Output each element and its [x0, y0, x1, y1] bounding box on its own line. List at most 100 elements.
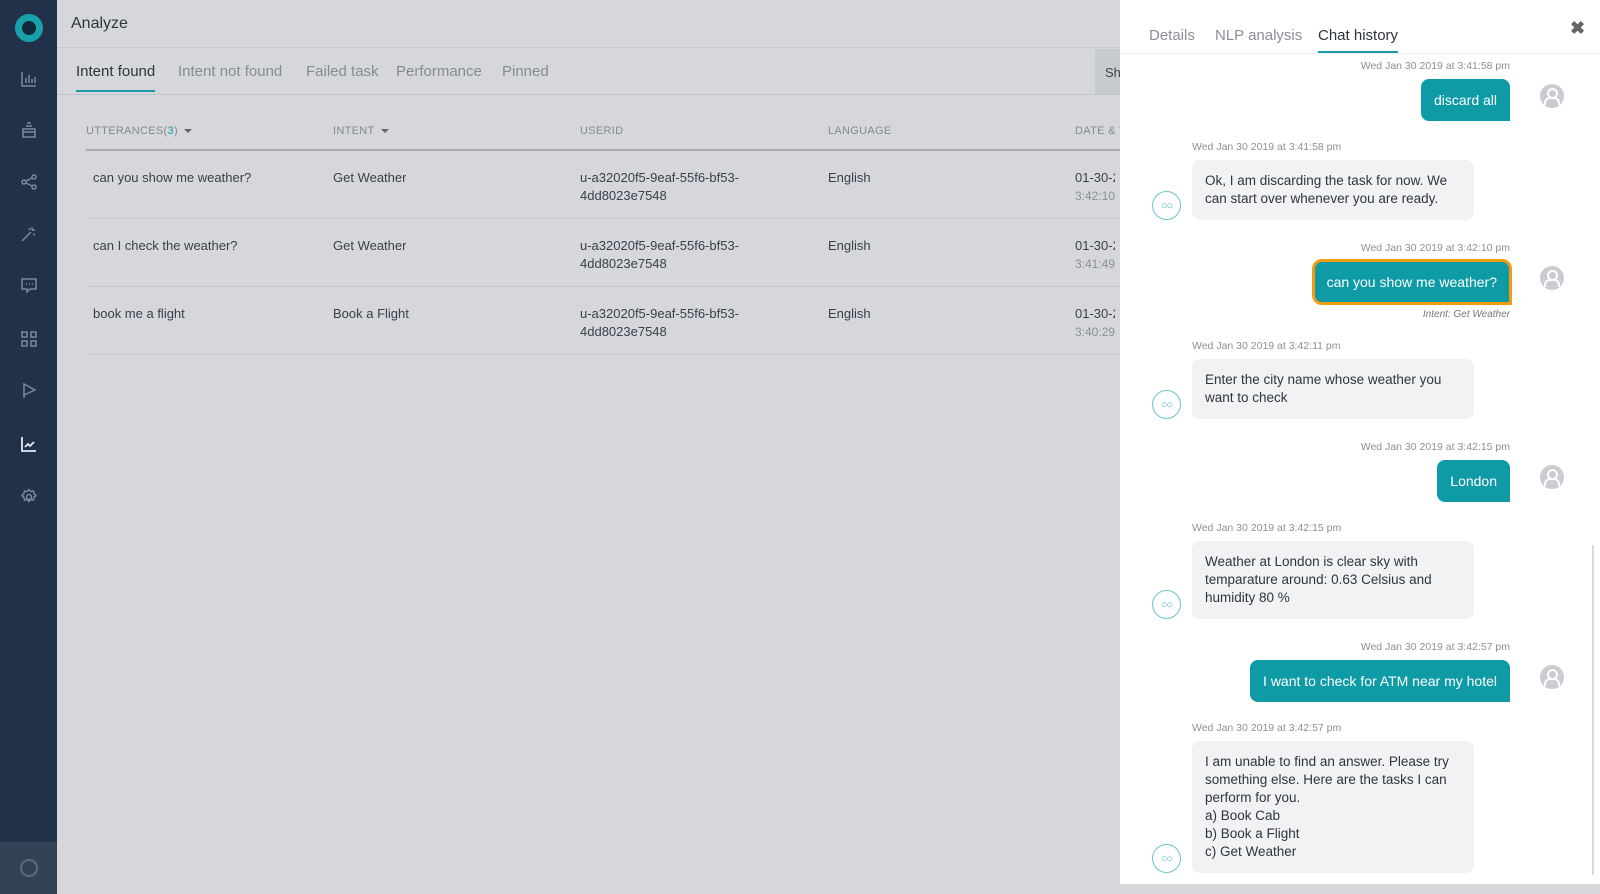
date: 01-30-2 [1075, 306, 1115, 321]
userid-cell: u-a32020f5-9eaf-55f6-bf53- 4dd8023e7548 [580, 169, 739, 205]
userid-line: u-a32020f5-9eaf-55f6-bf53- [580, 306, 740, 321]
flow-icon[interactable] [18, 171, 40, 193]
magic-icon[interactable] [18, 223, 40, 245]
language-cell: English [828, 170, 871, 185]
userid-line: 4dd8023e7548 [580, 324, 667, 339]
page-title: Analyze [71, 15, 128, 32]
header-intent[interactable]: INTENT [333, 125, 389, 137]
time: 3:42:10 P [1075, 189, 1115, 203]
intent-cell: Get Weather [333, 170, 407, 185]
userid-cell: u-a32020f5-9eaf-55f6-bf53- 4dd8023e7548 [580, 237, 739, 273]
timestamp: Wed Jan 30 2019 at 3:42:15 pm [1360, 441, 1510, 453]
userid-line: u-a32020f5-9eaf-55f6-bf53- [580, 170, 740, 185]
intent-label: Intent: Get Weather [1422, 309, 1510, 320]
user-message: Wed Jan 30 2019 at 3:42:10 pm can you sh… [1120, 242, 1590, 320]
header-utterances[interactable]: UTTERANCES(3) [86, 125, 192, 137]
bot-avatar-icon: ○○ [1152, 390, 1181, 419]
timestamp: Wed Jan 30 2019 at 3:41:58 pm [1360, 60, 1510, 72]
chat-icon[interactable] [18, 275, 40, 297]
bot-message: Wed Jan 30 2019 at 3:42:15 pm Weather at… [1120, 522, 1590, 619]
timestamp: Wed Jan 30 2019 at 3:42:11 pm [1192, 340, 1341, 352]
userid-line: 4dd8023e7548 [580, 188, 667, 203]
time: 3:41:49 P [1075, 257, 1115, 271]
utterance-cell: book me a flight [93, 306, 185, 321]
timestamp: Wed Jan 30 2019 at 3:41:58 pm [1192, 141, 1342, 153]
bot-bubble: I am unable to find an answer. Please tr… [1192, 741, 1474, 873]
line-chart-icon[interactable] [18, 433, 40, 455]
bot-bubble: Ok, I am discarding the task for now. We… [1192, 160, 1474, 220]
bot-avatar-icon: ○○ [1152, 191, 1181, 220]
header: Analyze [57, 0, 1120, 48]
flag-icon[interactable] [18, 380, 40, 402]
user-bubble[interactable]: London [1437, 460, 1510, 502]
date: 01-30-2 [1075, 238, 1115, 253]
tab-performance[interactable]: Performance [396, 63, 482, 90]
circle-icon [20, 859, 38, 877]
user-avatar-icon [1540, 266, 1564, 290]
analyze-tabs: Intent found Intent not found Failed tas… [57, 49, 1120, 95]
utterance-cell: can I check the weather? [93, 238, 238, 253]
gear-icon[interactable] [18, 486, 40, 508]
panel-tabs: Details NLP analysis Chat history ✖ [1120, 0, 1600, 54]
language-cell: English [828, 238, 871, 253]
tab-failed-task[interactable]: Failed task [306, 63, 379, 90]
header-label: UTTERANCES( [86, 125, 168, 137]
logo-icon[interactable] [15, 14, 43, 42]
user-bubble[interactable]: discard all [1420, 79, 1510, 121]
table-header: UTTERANCES(3) INTENT USERID LANGUAGE DAT… [86, 115, 1126, 151]
sort-caret-icon [183, 129, 192, 134]
bot-message: Wed Jan 30 2019 at 3:41:58 pm Ok, I am d… [1120, 141, 1590, 220]
bot-avatar-icon: ○○ [1152, 844, 1181, 873]
utterances-table: UTTERANCES(3) INTENT USERID LANGUAGE DAT… [86, 115, 1126, 355]
chat-history: Wed Jan 30 2019 at 3:41:58 pm discard al… [1120, 60, 1590, 884]
user-message: Wed Jan 30 2019 at 3:41:58 pm discard al… [1120, 60, 1590, 121]
bot-icon[interactable] [18, 119, 40, 141]
profile-button[interactable] [0, 842, 57, 894]
date-cell: 01-30-2 3:42:10 P [1075, 169, 1115, 205]
header-date: DATE & T [1075, 125, 1126, 137]
userid-line: u-a32020f5-9eaf-55f6-bf53- [580, 238, 740, 253]
user-bubble[interactable]: I want to check for ATM near my hotel [1250, 660, 1510, 702]
userid-line: 4dd8023e7548 [580, 256, 667, 271]
userid-cell: u-a32020f5-9eaf-55f6-bf53- 4dd8023e7548 [580, 305, 739, 341]
bot-message: Wed Jan 30 2019 at 3:42:11 pm Enter the … [1120, 340, 1590, 419]
intent-cell: Get Weather [333, 238, 407, 253]
tab-chat-history[interactable]: Chat history [1318, 27, 1399, 53]
user-bubble[interactable]: can you show me weather? [1311, 259, 1513, 305]
analytics-bar-icon[interactable] [18, 68, 40, 90]
user-avatar-icon [1540, 465, 1564, 489]
table-row[interactable]: can you show me weather? Get Weather u-a… [86, 151, 1126, 219]
header-language: LANGUAGE [828, 125, 892, 137]
timestamp: Wed Jan 30 2019 at 3:42:10 pm [1360, 242, 1510, 254]
user-message: Wed Jan 30 2019 at 3:42:15 pm London [1120, 441, 1590, 502]
tab-intent-found[interactable]: Intent found [76, 63, 156, 92]
details-panel: Details NLP analysis Chat history ✖ Wed … [1120, 0, 1600, 884]
date-cell: 01-30-2 3:41:49 P [1075, 237, 1115, 273]
timestamp: Wed Jan 30 2019 at 3:42:57 pm [1360, 641, 1510, 653]
intent-cell: Book a Flight [333, 306, 409, 321]
timestamp: Wed Jan 30 2019 at 3:42:15 pm [1192, 522, 1342, 534]
bot-bubble: Enter the city name whose weather you wa… [1192, 359, 1474, 419]
tab-intent-not-found[interactable]: Intent not found [178, 63, 282, 90]
bot-message: Wed Jan 30 2019 at 3:42:57 pm I am unabl… [1120, 722, 1590, 873]
header-label: INTENT [333, 125, 375, 137]
bot-avatar-icon: ○○ [1152, 590, 1181, 619]
grid-icon[interactable] [18, 328, 40, 350]
table-row[interactable]: book me a flight Book a Flight u-a32020f… [86, 287, 1126, 355]
header-label: ) [173, 125, 178, 137]
table-row[interactable]: can I check the weather? Get Weather u-a… [86, 219, 1126, 287]
language-cell: English [828, 306, 871, 321]
tab-details[interactable]: Details [1149, 27, 1195, 51]
user-avatar-icon [1540, 665, 1564, 689]
tab-nlp-analysis[interactable]: NLP analysis [1215, 27, 1302, 51]
close-icon[interactable]: ✖ [1570, 18, 1585, 39]
header-userid: USERID [580, 125, 624, 137]
time: 3:40:29 P [1075, 325, 1115, 339]
user-message: Wed Jan 30 2019 at 3:42:57 pm I want to … [1120, 641, 1590, 702]
date-cell: 01-30-2 3:40:29 P [1075, 305, 1115, 341]
bot-bubble: Weather at London is clear sky with temp… [1192, 541, 1474, 619]
timestamp: Wed Jan 30 2019 at 3:42:57 pm [1192, 722, 1342, 734]
utterance-cell: can you show me weather? [93, 170, 252, 185]
scrollbar[interactable] [1592, 545, 1594, 875]
tab-pinned[interactable]: Pinned [502, 63, 549, 90]
